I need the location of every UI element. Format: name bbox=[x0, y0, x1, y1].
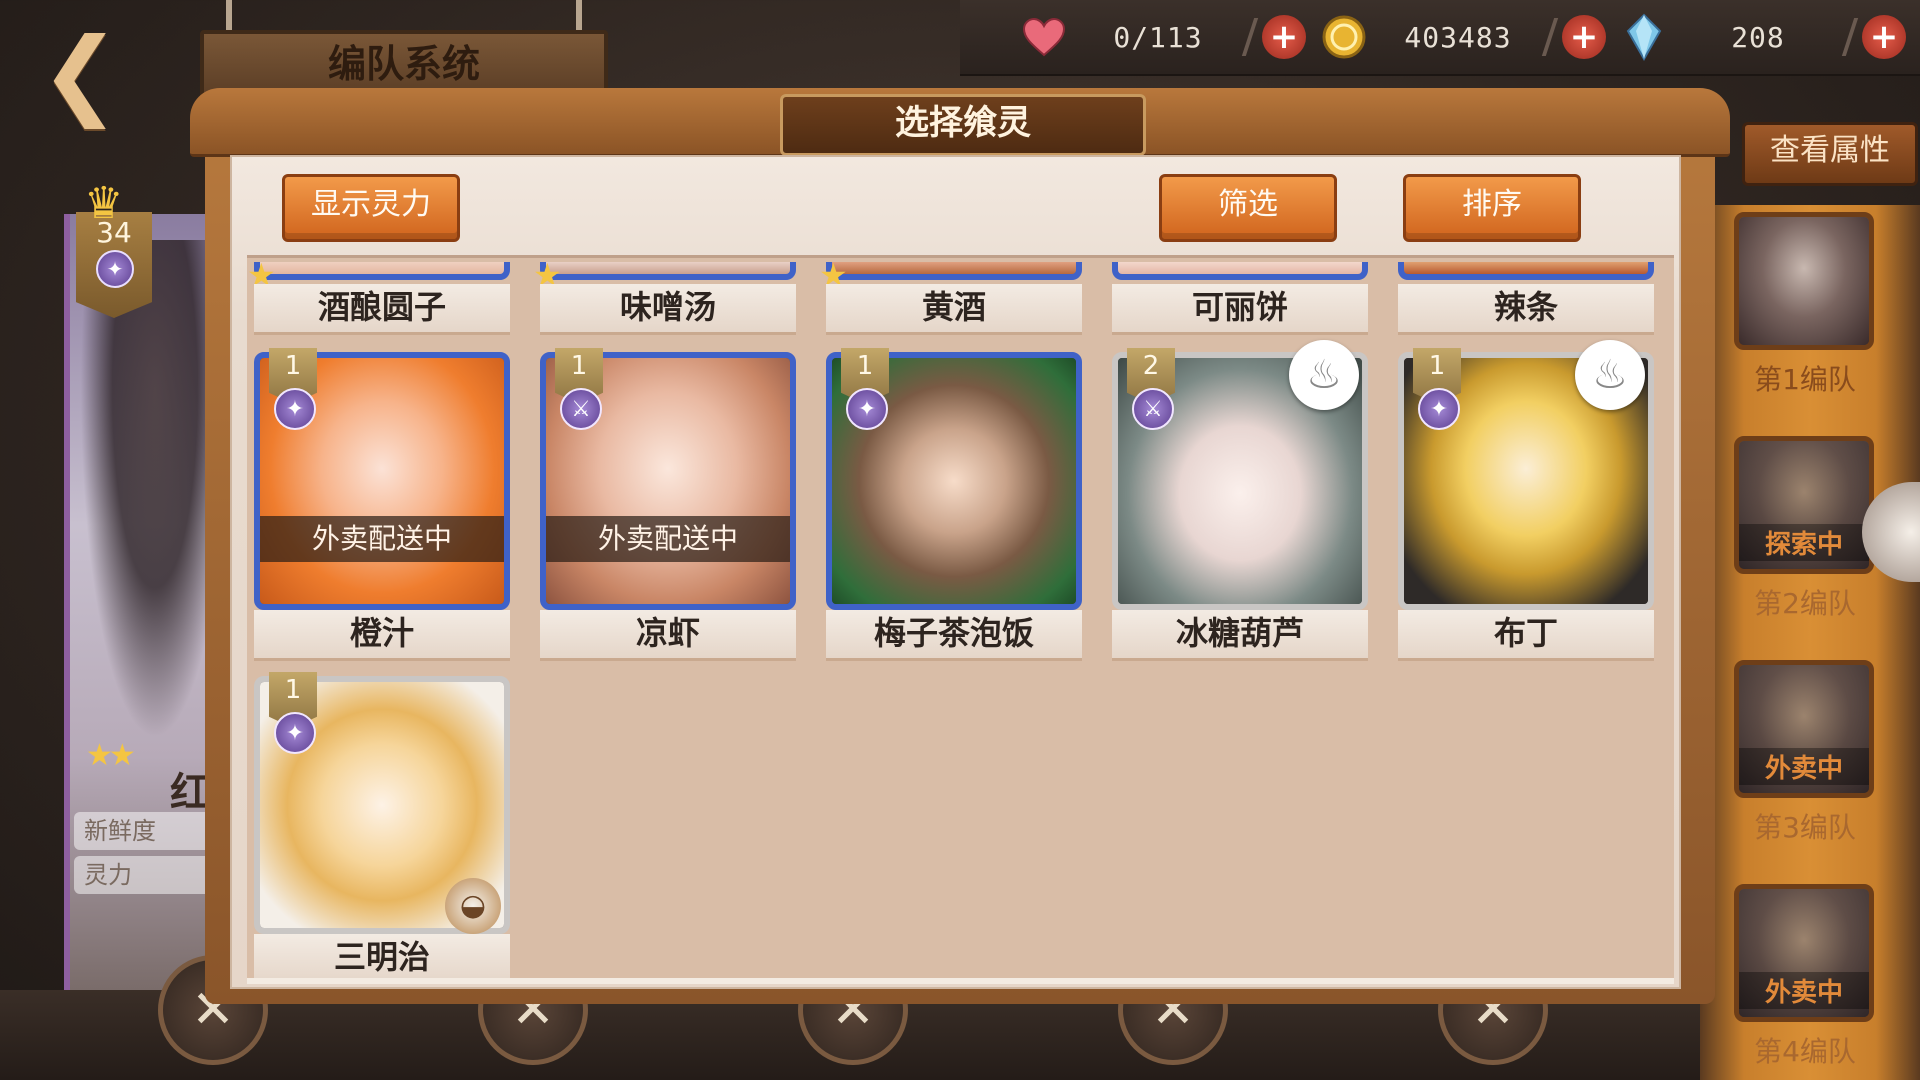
team-4-label[interactable]: 第4编队 bbox=[1710, 1030, 1900, 1070]
heart-icon bbox=[1020, 13, 1068, 61]
chef-hat-icon: ♨ bbox=[1289, 340, 1359, 410]
card-name: 冰糖葫芦 bbox=[1112, 610, 1368, 661]
star-badge-icon: ✦ bbox=[1418, 388, 1460, 430]
team-3-slot[interactable]: 外卖中 bbox=[1734, 660, 1874, 798]
star-badge-icon: ✦ bbox=[274, 388, 316, 430]
team-1-label[interactable]: 第1编队 bbox=[1710, 358, 1900, 398]
team-status: 外卖中 bbox=[1739, 748, 1869, 785]
star-badge-icon: ✦ bbox=[274, 712, 316, 754]
team-leader-portrait bbox=[1739, 217, 1869, 345]
partial-card[interactable] bbox=[254, 262, 510, 280]
team-status: 探索中 bbox=[1739, 524, 1869, 561]
character-grid[interactable]: ★ 酒酿圆子 ★ 味噌汤 ★ 黄酒 可丽饼 辣条 外卖配送中 1 ✦ 橙汁 外卖… bbox=[247, 255, 1674, 984]
nest-icon: ◒ bbox=[445, 878, 501, 934]
sort-button[interactable]: 排序 bbox=[1403, 174, 1581, 242]
crystal-value: 208 bbox=[1731, 20, 1785, 54]
character-level: 34 bbox=[96, 216, 132, 249]
team-status: 外卖中 bbox=[1739, 972, 1869, 1009]
filter-button[interactable]: 筛选 bbox=[1159, 174, 1337, 242]
crystal-icon bbox=[1620, 13, 1668, 61]
star-badge-icon: ✦ bbox=[96, 250, 134, 288]
sign-rope bbox=[226, 0, 232, 34]
gold-resource: 403483 + bbox=[1320, 14, 1606, 60]
card-name[interactable]: 辣条 bbox=[1398, 284, 1654, 335]
show-power-button[interactable]: 显示灵力 bbox=[282, 174, 460, 242]
team-1-slot[interactable] bbox=[1734, 212, 1874, 350]
partial-card[interactable] bbox=[1112, 262, 1368, 280]
star-badge-icon: ✦ bbox=[846, 388, 888, 430]
team-3-label[interactable]: 第3编队 bbox=[1710, 806, 1900, 846]
add-stamina-button[interactable]: + bbox=[1262, 15, 1306, 59]
add-gold-button[interactable]: + bbox=[1562, 15, 1606, 59]
stamina-resource: 0/113 + bbox=[1020, 14, 1306, 60]
modal-title: 选择飨灵 bbox=[780, 94, 1146, 156]
sign-rope bbox=[576, 0, 582, 34]
team-2-slot[interactable]: 探索中 bbox=[1734, 436, 1874, 574]
view-attributes-button[interactable]: 查看属性 bbox=[1742, 122, 1918, 186]
partial-card[interactable] bbox=[540, 262, 796, 280]
add-crystal-button[interactable]: + bbox=[1862, 15, 1906, 59]
team-4-slot[interactable]: 外卖中 bbox=[1734, 884, 1874, 1022]
team-2-label[interactable]: 第2编队 bbox=[1710, 582, 1900, 622]
partial-card[interactable] bbox=[826, 262, 1082, 280]
card-name[interactable]: 酒酿圆子 bbox=[254, 284, 510, 335]
gold-value: 403483 bbox=[1404, 20, 1512, 54]
gold-coin-icon bbox=[1320, 13, 1368, 61]
card-name[interactable]: 黄酒 bbox=[826, 284, 1082, 335]
sword-badge-icon: ⚔ bbox=[560, 388, 602, 430]
card-name[interactable]: 可丽饼 bbox=[1112, 284, 1368, 335]
card-name: 橙汁 bbox=[254, 610, 510, 661]
card-name: 凉虾 bbox=[540, 610, 796, 661]
card-name: 布丁 bbox=[1398, 610, 1654, 661]
partial-card[interactable] bbox=[1398, 262, 1654, 280]
card-name: 梅子茶泡饭 bbox=[826, 610, 1082, 661]
chef-hat-icon: ♨ bbox=[1575, 340, 1645, 410]
back-arrow-icon[interactable]: ❮ bbox=[40, 25, 160, 121]
rarity-stars-icon: ★★ bbox=[86, 738, 136, 773]
crystal-resource: 208 + bbox=[1620, 13, 1906, 61]
delivery-status: 外卖配送中 bbox=[546, 516, 790, 562]
card-name: 三明治 bbox=[254, 934, 510, 978]
card-name[interactable]: 味噌汤 bbox=[540, 284, 796, 335]
sword-badge-icon: ⚔ bbox=[1132, 388, 1174, 430]
delivery-status: 外卖配送中 bbox=[260, 516, 504, 562]
stamina-value: 0/113 bbox=[1113, 20, 1203, 54]
